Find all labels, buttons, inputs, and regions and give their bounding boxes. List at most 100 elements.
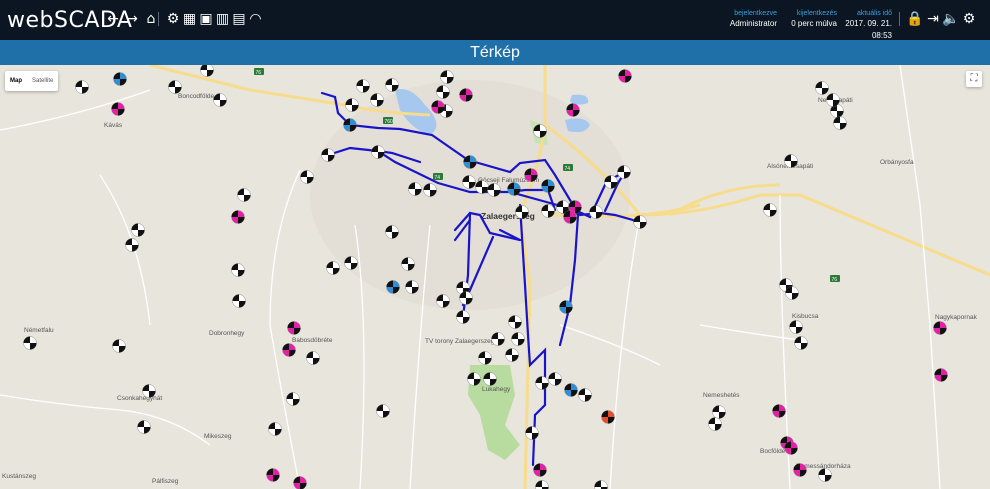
station-marker[interactable] bbox=[459, 88, 473, 102]
station-marker[interactable] bbox=[282, 343, 296, 357]
station-marker[interactable] bbox=[423, 183, 437, 197]
station-marker[interactable] bbox=[431, 100, 445, 114]
station-marker[interactable] bbox=[168, 80, 182, 94]
station-marker[interactable] bbox=[111, 102, 125, 116]
station-marker[interactable] bbox=[462, 175, 476, 189]
station-marker[interactable] bbox=[386, 280, 400, 294]
station-marker[interactable] bbox=[548, 372, 562, 386]
map-type-satellite-button[interactable]: Satellite bbox=[27, 71, 58, 91]
station-marker[interactable] bbox=[344, 256, 358, 270]
station-marker[interactable] bbox=[618, 69, 632, 83]
station-marker[interactable] bbox=[633, 215, 647, 229]
station-marker[interactable] bbox=[125, 238, 139, 252]
station-marker[interactable] bbox=[505, 348, 519, 362]
station-marker[interactable] bbox=[535, 376, 549, 390]
station-marker[interactable] bbox=[541, 204, 555, 218]
station-marker[interactable] bbox=[231, 210, 245, 224]
station-marker[interactable] bbox=[385, 78, 399, 92]
station-marker[interactable] bbox=[933, 321, 947, 335]
station-marker[interactable] bbox=[487, 183, 501, 197]
station-marker[interactable] bbox=[306, 351, 320, 365]
station-marker[interactable] bbox=[511, 332, 525, 346]
station-marker[interactable] bbox=[772, 404, 786, 418]
fullscreen-icon[interactable]: ⛶ bbox=[966, 71, 982, 87]
station-marker[interactable] bbox=[793, 463, 807, 477]
station-marker[interactable] bbox=[286, 392, 300, 406]
station-marker[interactable] bbox=[559, 300, 573, 314]
station-marker[interactable] bbox=[566, 103, 580, 117]
station-marker[interactable] bbox=[232, 294, 246, 308]
sound-icon[interactable]: 🔈 bbox=[942, 9, 960, 29]
station-marker[interactable] bbox=[356, 79, 370, 93]
station-marker[interactable] bbox=[541, 179, 555, 193]
station-marker[interactable] bbox=[385, 225, 399, 239]
station-marker[interactable] bbox=[467, 372, 481, 386]
station-marker[interactable] bbox=[507, 182, 521, 196]
settings-gear-icon[interactable]: ⚙ bbox=[164, 9, 182, 29]
station-marker[interactable] bbox=[137, 420, 151, 434]
station-marker[interactable] bbox=[266, 468, 280, 482]
station-marker[interactable] bbox=[524, 168, 538, 182]
station-marker[interactable] bbox=[237, 188, 251, 202]
station-marker[interactable] bbox=[436, 85, 450, 99]
station-marker[interactable] bbox=[23, 336, 37, 350]
station-marker[interactable] bbox=[533, 463, 547, 477]
map-type-map-button[interactable]: Map bbox=[5, 71, 27, 91]
station-marker[interactable] bbox=[601, 410, 615, 424]
station-marker[interactable] bbox=[818, 468, 832, 482]
station-marker[interactable] bbox=[578, 388, 592, 402]
station-marker[interactable] bbox=[456, 310, 470, 324]
report-icon[interactable]: ▤ bbox=[230, 9, 248, 29]
station-marker[interactable] bbox=[491, 332, 505, 346]
station-marker[interactable] bbox=[408, 182, 422, 196]
station-marker[interactable] bbox=[784, 154, 798, 168]
station-marker[interactable] bbox=[934, 368, 948, 382]
station-marker[interactable] bbox=[112, 339, 126, 353]
station-marker[interactable] bbox=[440, 70, 454, 84]
station-marker[interactable] bbox=[784, 441, 798, 455]
station-marker[interactable] bbox=[326, 261, 340, 275]
station-marker[interactable] bbox=[525, 426, 539, 440]
station-marker[interactable] bbox=[833, 116, 847, 130]
station-marker[interactable] bbox=[763, 203, 777, 217]
forward-icon[interactable]: → bbox=[123, 9, 141, 29]
station-marker[interactable] bbox=[483, 372, 497, 386]
station-marker[interactable] bbox=[712, 405, 726, 419]
station-marker[interactable] bbox=[789, 320, 803, 334]
station-marker[interactable] bbox=[231, 263, 245, 277]
station-marker[interactable] bbox=[113, 72, 127, 86]
station-marker[interactable] bbox=[563, 210, 577, 224]
station-marker[interactable] bbox=[515, 205, 529, 219]
station-marker[interactable] bbox=[459, 291, 473, 305]
station-marker[interactable] bbox=[213, 93, 227, 107]
station-marker[interactable] bbox=[589, 205, 603, 219]
station-marker[interactable] bbox=[785, 286, 799, 300]
station-marker[interactable] bbox=[604, 175, 618, 189]
station-marker[interactable] bbox=[75, 80, 89, 94]
station-marker[interactable] bbox=[268, 422, 282, 436]
chart-icon[interactable]: ▥ bbox=[214, 9, 232, 29]
logout-icon[interactable]: ⇥ bbox=[924, 9, 942, 29]
station-marker[interactable] bbox=[371, 145, 385, 159]
station-marker[interactable] bbox=[564, 383, 578, 397]
station-marker[interactable] bbox=[345, 98, 359, 112]
alarm-icon[interactable]: ▣ bbox=[197, 9, 215, 29]
station-marker[interactable] bbox=[508, 315, 522, 329]
station-marker[interactable] bbox=[815, 81, 829, 95]
station-marker[interactable] bbox=[794, 336, 808, 350]
station-marker[interactable] bbox=[131, 223, 145, 237]
wifi-icon[interactable]: ◠ bbox=[247, 9, 265, 29]
station-marker[interactable] bbox=[475, 180, 489, 194]
map-type-toggle[interactable]: Map Satellite bbox=[5, 71, 59, 91]
station-marker[interactable] bbox=[321, 148, 335, 162]
station-marker[interactable] bbox=[343, 118, 357, 132]
station-marker[interactable] bbox=[436, 294, 450, 308]
station-marker[interactable] bbox=[617, 165, 631, 179]
station-marker[interactable] bbox=[370, 93, 384, 107]
station-marker[interactable] bbox=[405, 280, 419, 294]
station-marker[interactable] bbox=[376, 404, 390, 418]
station-marker[interactable] bbox=[826, 93, 840, 107]
station-marker[interactable] bbox=[287, 321, 301, 335]
station-marker[interactable] bbox=[200, 65, 214, 77]
config-icon[interactable]: ⚙ bbox=[960, 9, 978, 29]
